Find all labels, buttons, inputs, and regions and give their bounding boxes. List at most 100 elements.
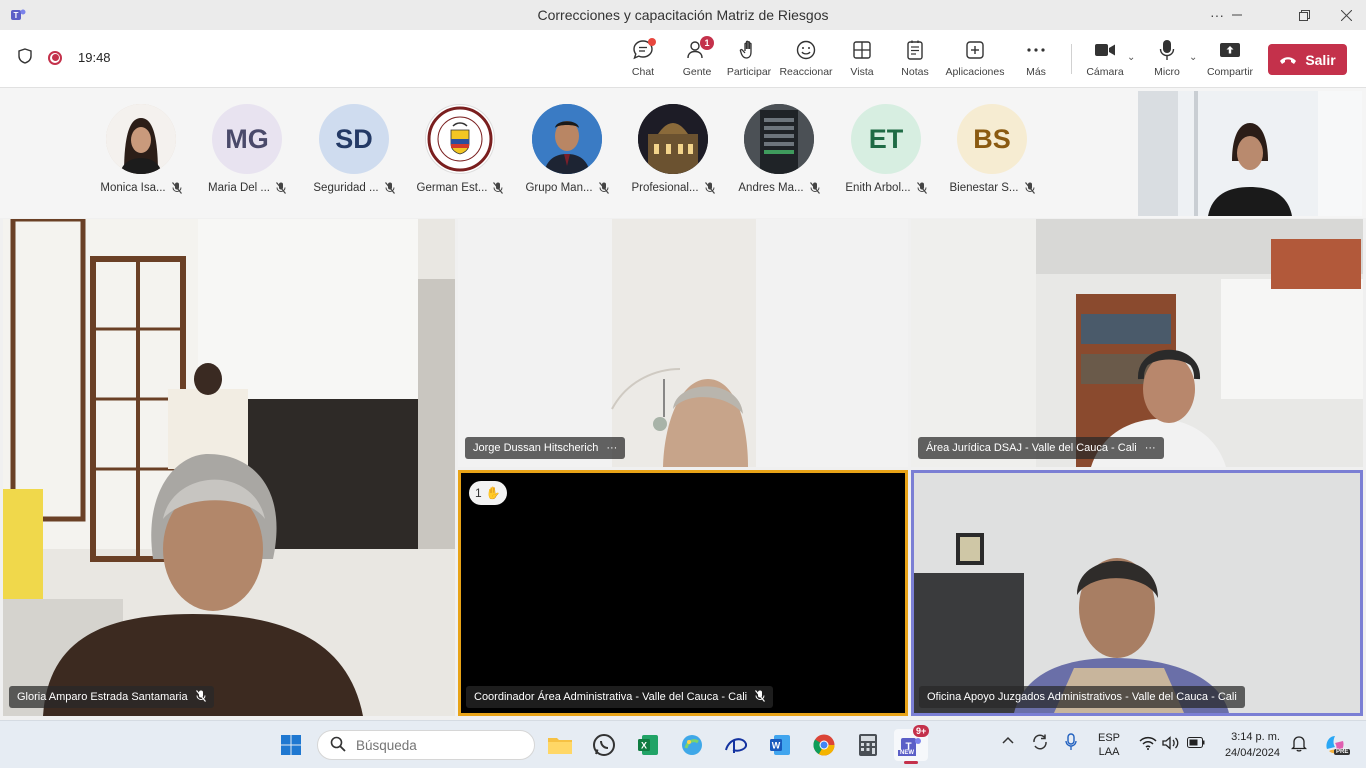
- video-tile-area-juridica[interactable]: Área Jurídica DSAJ - Valle del Cauca - C…: [911, 219, 1363, 467]
- microphone-icon: [1155, 38, 1179, 62]
- more-options-icon[interactable]: ···: [1145, 442, 1156, 454]
- minimize-button[interactable]: [1222, 4, 1252, 26]
- participant-tile[interactable]: Andres Ma...: [729, 104, 829, 194]
- people-button[interactable]: 1 Gente: [667, 36, 727, 84]
- file-explorer-app[interactable]: [543, 729, 577, 761]
- notes-label: Notas: [901, 66, 929, 78]
- restore-button[interactable]: [1289, 4, 1319, 26]
- copilot-app[interactable]: PRE: [1318, 729, 1352, 761]
- chat-label: Chat: [631, 66, 655, 78]
- mic-options-chevron-icon[interactable]: ⌄: [1189, 52, 1197, 63]
- camera-button[interactable]: Cámara: [1075, 38, 1135, 84]
- search-input[interactable]: [356, 737, 506, 753]
- raised-hand-count: 1: [475, 486, 482, 500]
- raised-hand-icon: ✋: [485, 486, 501, 500]
- participant-tile[interactable]: MG Maria Del ...: [197, 104, 297, 194]
- clock-date: 24/04/2024: [1224, 747, 1280, 759]
- calculator-app[interactable]: [851, 729, 885, 761]
- participant-name: Seguridad ...: [313, 182, 379, 194]
- disney-plus-app[interactable]: [719, 729, 753, 761]
- avatar: SD: [319, 104, 389, 174]
- more-options-icon[interactable]: ···: [606, 442, 617, 454]
- photos-app[interactable]: [675, 729, 709, 761]
- muted-mic-icon: [195, 689, 206, 705]
- self-view-video[interactable]: [1138, 91, 1362, 216]
- word-app[interactable]: W: [763, 729, 797, 761]
- mic-button[interactable]: Micro: [1137, 38, 1197, 84]
- leave-button[interactable]: Salir: [1268, 44, 1347, 75]
- windows-taskbar: X W T 9+ NEW ESP LAA 3:14 p. m. 24/04/20…: [0, 720, 1366, 768]
- chat-button[interactable]: Chat: [613, 38, 673, 84]
- view-label: Vista: [850, 66, 874, 78]
- camera-options-chevron-icon[interactable]: ⌄: [1127, 52, 1135, 63]
- participant-tile[interactable]: SD Seguridad ...: [304, 104, 404, 194]
- participant-name: Coordinador Área Administrativa - Valle …: [474, 691, 748, 703]
- raised-hand-indicator: 1 ✋: [469, 481, 507, 505]
- muted-mic-icon: [276, 182, 286, 194]
- taskbar-search[interactable]: [317, 730, 535, 760]
- muted-mic-icon: [1024, 182, 1035, 194]
- muted-mic-icon: [598, 182, 609, 194]
- react-label: Reaccionar: [779, 66, 833, 78]
- mic-label: Micro: [1154, 66, 1180, 78]
- view-button[interactable]: Vista: [832, 38, 892, 84]
- close-button[interactable]: [1331, 4, 1361, 26]
- video-name-tag: Área Jurídica DSAJ - Valle del Cauca - C…: [918, 437, 1164, 459]
- participant-tile[interactable]: ET Enith Arbol...: [836, 104, 936, 194]
- muted-mic-icon: [755, 689, 766, 705]
- teams-app[interactable]: T 9+ NEW: [894, 725, 930, 764]
- battery-icon[interactable]: [1187, 737, 1205, 751]
- muted-mic-icon: [493, 182, 504, 194]
- video-tile-gloria[interactable]: Gloria Amparo Estrada Santamaria: [3, 219, 455, 716]
- video-name-tag: Jorge Dussan Hitscherich ···: [465, 437, 626, 459]
- participant-tile[interactable]: BS Bienestar S...: [942, 104, 1042, 194]
- participant-name: Área Jurídica DSAJ - Valle del Cauca - C…: [926, 442, 1137, 454]
- teams-notification-badge: 9+: [913, 725, 930, 737]
- volume-icon[interactable]: [1162, 736, 1180, 753]
- react-button[interactable]: Reaccionar: [776, 38, 836, 84]
- muted-mic-icon: [809, 182, 820, 194]
- raise-hand-label: Participar: [726, 66, 772, 78]
- video-tile-coordinador[interactable]: 1 ✋ Coordinador Área Administrativa - Va…: [458, 470, 908, 716]
- ellipsis-icon: [1024, 38, 1048, 62]
- video-tile-oficina[interactable]: Oficina Apoyo Juzgados Administrativos -…: [911, 470, 1363, 716]
- muted-mic-icon: [704, 182, 715, 194]
- apps-button[interactable]: Aplicaciones: [945, 38, 1005, 84]
- participant-tile[interactable]: Grupo Man...: [517, 104, 617, 194]
- photos-icon: [682, 735, 702, 755]
- avatar: MG: [212, 104, 282, 174]
- wifi-icon[interactable]: [1139, 736, 1157, 753]
- participant-name: Enith Arbol...: [845, 182, 911, 194]
- camera-label: Cámara: [1086, 66, 1124, 78]
- video-tile-jorge[interactable]: Jorge Dussan Hitscherich ···: [458, 219, 908, 467]
- smiley-icon: [794, 38, 818, 62]
- participant-tile[interactable]: Profesional...: [623, 104, 723, 194]
- notes-icon: [903, 38, 927, 62]
- participant-tile[interactable]: German Est...: [410, 104, 510, 194]
- people-label: Gente: [682, 66, 712, 78]
- sync-icon[interactable]: [1031, 733, 1049, 754]
- microphone-tray-icon[interactable]: [1065, 733, 1077, 754]
- participant-name: Bienestar S...: [949, 182, 1019, 194]
- share-button[interactable]: Compartir: [1200, 38, 1260, 84]
- chrome-app[interactable]: [807, 729, 841, 761]
- whatsapp-app[interactable]: [587, 729, 621, 761]
- show-hidden-icons-chevron-icon[interactable]: [1002, 735, 1014, 747]
- notifications-bell-icon[interactable]: [1290, 734, 1308, 755]
- teams-new-label: NEW: [898, 750, 916, 756]
- excel-app[interactable]: X: [631, 729, 665, 761]
- notes-button[interactable]: Notas: [885, 38, 945, 84]
- system-clock[interactable]: 3:14 p. m. 24/04/2024: [1218, 729, 1280, 761]
- muted-mic-icon: [384, 182, 395, 194]
- participant-tile[interactable]: Monica Isa...: [91, 104, 191, 194]
- more-button[interactable]: Más: [1006, 38, 1066, 84]
- keyboard-layout: LAA: [1098, 746, 1120, 758]
- shield-icon[interactable]: [18, 48, 32, 67]
- more-label: Más: [1026, 66, 1046, 78]
- raise-hand-button[interactable]: Participar: [719, 38, 779, 84]
- start-button[interactable]: [274, 729, 308, 761]
- muted-mic-icon: [916, 182, 927, 194]
- meeting-timer: 19:48: [78, 50, 111, 65]
- folder-icon: [548, 738, 572, 754]
- language-indicator[interactable]: ESP LAA: [1098, 731, 1120, 759]
